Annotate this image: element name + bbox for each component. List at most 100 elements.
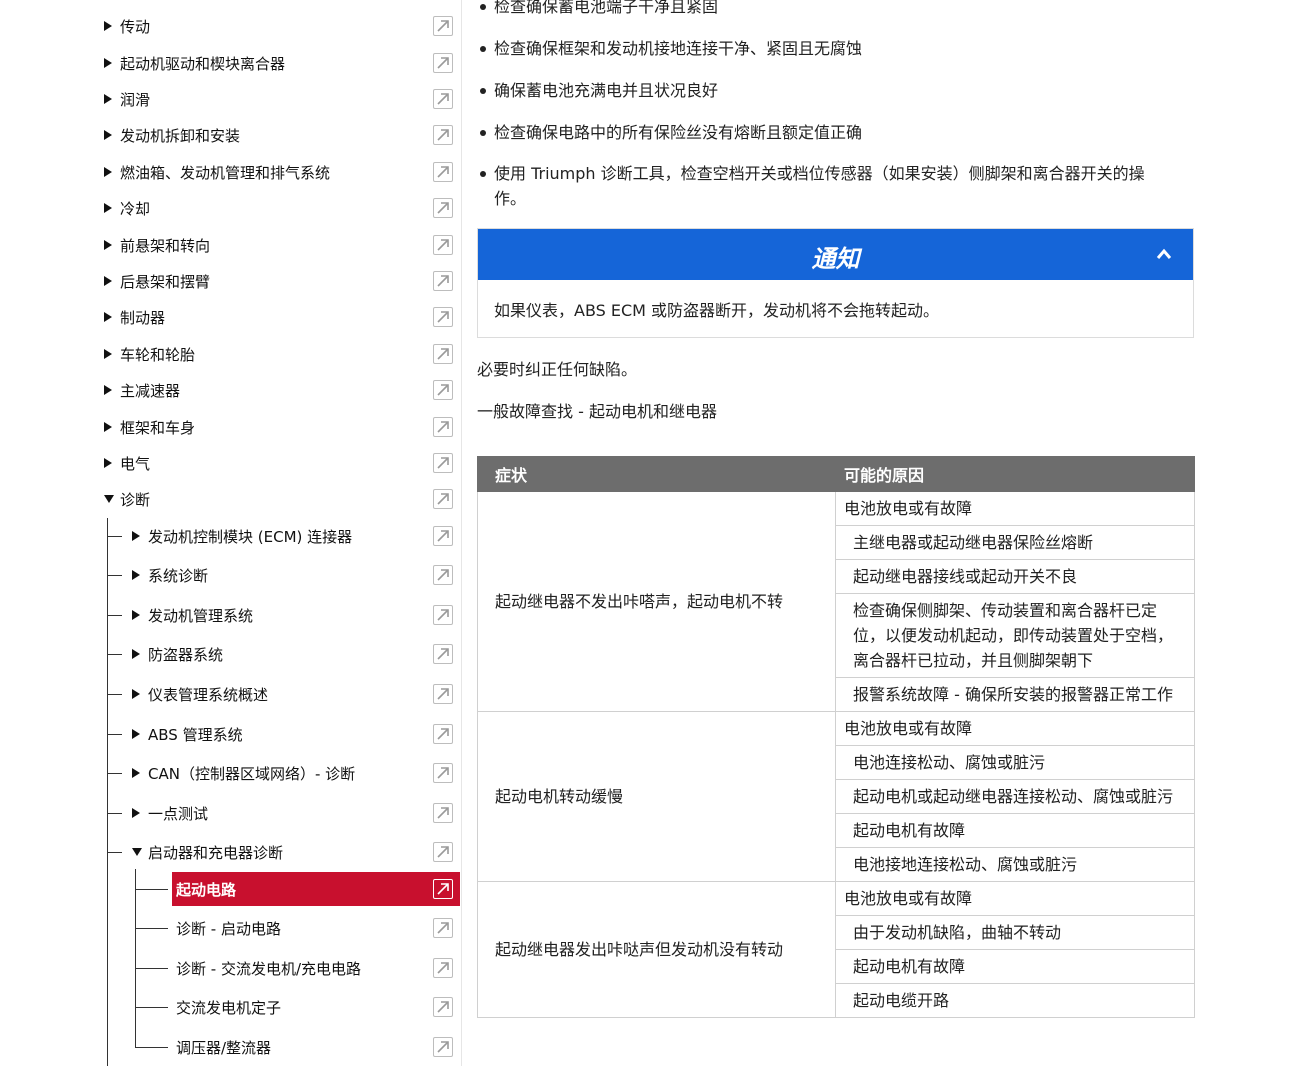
tree-item[interactable]: 传动 [0,9,461,43]
caret-right-icon[interactable] [104,240,112,250]
open-external-icon[interactable] [433,453,453,473]
open-external-icon[interactable] [433,162,453,182]
open-external-icon[interactable] [433,125,453,145]
tree-item-child[interactable]: 发动机管理系统 [0,598,461,632]
open-external-icon[interactable] [433,565,453,585]
open-external-icon[interactable] [433,526,453,546]
tree-item-child[interactable]: 防盗器系统 [0,637,461,671]
chevron-up-icon[interactable] [1156,248,1172,260]
open-external-icon[interactable] [433,16,453,36]
tree-item[interactable]: 润滑 [0,82,461,116]
caret-right-icon[interactable] [132,610,140,620]
notice-panel: 通知 如果仪表，ABS ECM 或防盗器断开，发动机将不会拖转起动。 [477,228,1194,338]
tree-connector [135,1007,168,1008]
tree-item-leaf[interactable]: 起动电路 [0,872,461,906]
tree-item-label: 启动器和充电器诊断 [148,844,284,862]
open-external-icon[interactable] [433,235,453,255]
caret-right-icon[interactable] [132,768,140,778]
caret-right-icon[interactable] [104,422,112,432]
open-external-icon[interactable] [433,803,453,823]
caret-right-icon[interactable] [104,94,112,104]
tree-item[interactable]: 诊断 [0,482,461,516]
open-external-icon[interactable] [433,997,453,1017]
open-external-icon[interactable] [433,380,453,400]
tree-item-leaf[interactable]: 调压器/整流器 [0,1030,461,1064]
open-external-icon[interactable] [433,89,453,109]
caret-right-icon[interactable] [104,203,112,213]
tree-item[interactable]: 燃油箱、发动机管理和排气系统 [0,155,461,189]
tree-item-child[interactable]: 发动机控制模块 (ECM) 连接器 [0,519,461,553]
tree-item[interactable]: 主减速器 [0,373,461,407]
tree-item-leaf[interactable]: 诊断 - 交流发电机/充电电路 [0,951,461,985]
table-row: 起动继电器发出咔哒声但发动机没有转动 电池放电或有故障 [477,881,1195,1018]
open-external-icon[interactable] [433,724,453,744]
caret-right-icon[interactable] [132,649,140,659]
checklist-text: 检查确保框架和发动机接地连接干净、紧固且无腐蚀 [494,39,863,58]
tree-item-child[interactable]: CAN（控制器区域网络）- 诊断 [0,756,461,790]
open-external-icon[interactable] [433,684,453,704]
tree-item-label: 框架和车身 [120,419,196,437]
caret-down-icon[interactable] [104,495,114,503]
tree-item-child[interactable]: 仪表管理系统概述 [0,677,461,711]
open-external-icon[interactable] [433,417,453,437]
tree-item[interactable]: 发动机拆卸和安装 [0,118,461,152]
caret-right-icon[interactable] [104,21,112,31]
tree-item-label: 诊断 - 交流发电机/充电电路 [176,960,362,978]
caret-right-icon[interactable] [132,689,140,699]
caret-right-icon[interactable] [104,276,112,286]
bullet-icon [480,46,486,52]
symptom-cell: 起动继电器不发出咔嗒声，起动电机不转 [477,491,836,712]
symptom-cell: 起动继电器发出咔哒声但发动机没有转动 [477,881,836,1018]
tree-item-child[interactable]: ABS 管理系统 [0,717,461,751]
tree-item[interactable]: 后悬架和摆臂 [0,264,461,298]
caret-right-icon[interactable] [132,531,140,541]
open-external-icon[interactable] [433,271,453,291]
header-symptom: 症状 [477,456,836,492]
caret-right-icon[interactable] [132,808,140,818]
tree-item[interactable]: 冷却 [0,191,461,225]
caret-right-icon[interactable] [104,349,112,359]
tree-item-child[interactable]: 启动器和充电器诊断 [0,835,461,869]
caret-right-icon[interactable] [104,385,112,395]
tree-item-label: 诊断 - 启动电路 [176,920,281,938]
open-external-icon[interactable] [433,918,453,938]
caret-down-icon[interactable] [132,848,142,856]
tree-item[interactable]: 起动机驱动和楔块离合器 [0,46,461,80]
tree-item[interactable]: 前悬架和转向 [0,228,461,262]
tree-item-leaf[interactable]: 交流发电机定子 [0,990,461,1024]
checklist-text: 检查确保蓄电池端子干净且紧固 [494,0,719,16]
caret-right-icon[interactable] [104,458,112,468]
cause-cell: 主继电器或起动继电器保险丝熔断 [835,525,1195,560]
section-heading: 一般故障查找 - 起动电机和继电器 [477,402,717,421]
tree-item-label: 起动电路 [176,881,237,899]
tree-item-leaf[interactable]: 诊断 - 启动电路 [0,911,461,945]
notice-header[interactable]: 通知 [478,229,1193,280]
tree-item-child[interactable]: 系统诊断 [0,558,461,592]
tree-item[interactable]: 电气 [0,446,461,480]
tree-item[interactable]: 制动器 [0,300,461,334]
caret-right-icon[interactable] [104,130,112,140]
caret-right-icon[interactable] [132,729,140,739]
open-external-icon[interactable] [433,489,453,509]
open-external-icon[interactable] [433,198,453,218]
tree-item[interactable]: 车轮和轮胎 [0,337,461,371]
tree-item-child[interactable]: 一点测试 [0,796,461,830]
open-external-icon[interactable] [433,1037,453,1057]
caret-right-icon[interactable] [104,167,112,177]
open-external-icon[interactable] [433,879,453,899]
open-external-icon[interactable] [433,763,453,783]
caret-right-icon[interactable] [104,312,112,322]
caret-right-icon[interactable] [132,570,140,580]
open-external-icon[interactable] [433,307,453,327]
tree-item[interactable]: 框架和车身 [0,410,461,444]
open-external-icon[interactable] [433,605,453,625]
tree-connector [135,968,168,969]
open-external-icon[interactable] [433,53,453,73]
open-external-icon[interactable] [433,958,453,978]
open-external-icon[interactable] [433,644,453,664]
caret-right-icon[interactable] [104,58,112,68]
bullet-icon [480,88,486,94]
open-external-icon[interactable] [433,344,453,364]
checklist-text: 检查确保电路中的所有保险丝没有熔断且额定值正确 [494,123,863,142]
open-external-icon[interactable] [433,842,453,862]
